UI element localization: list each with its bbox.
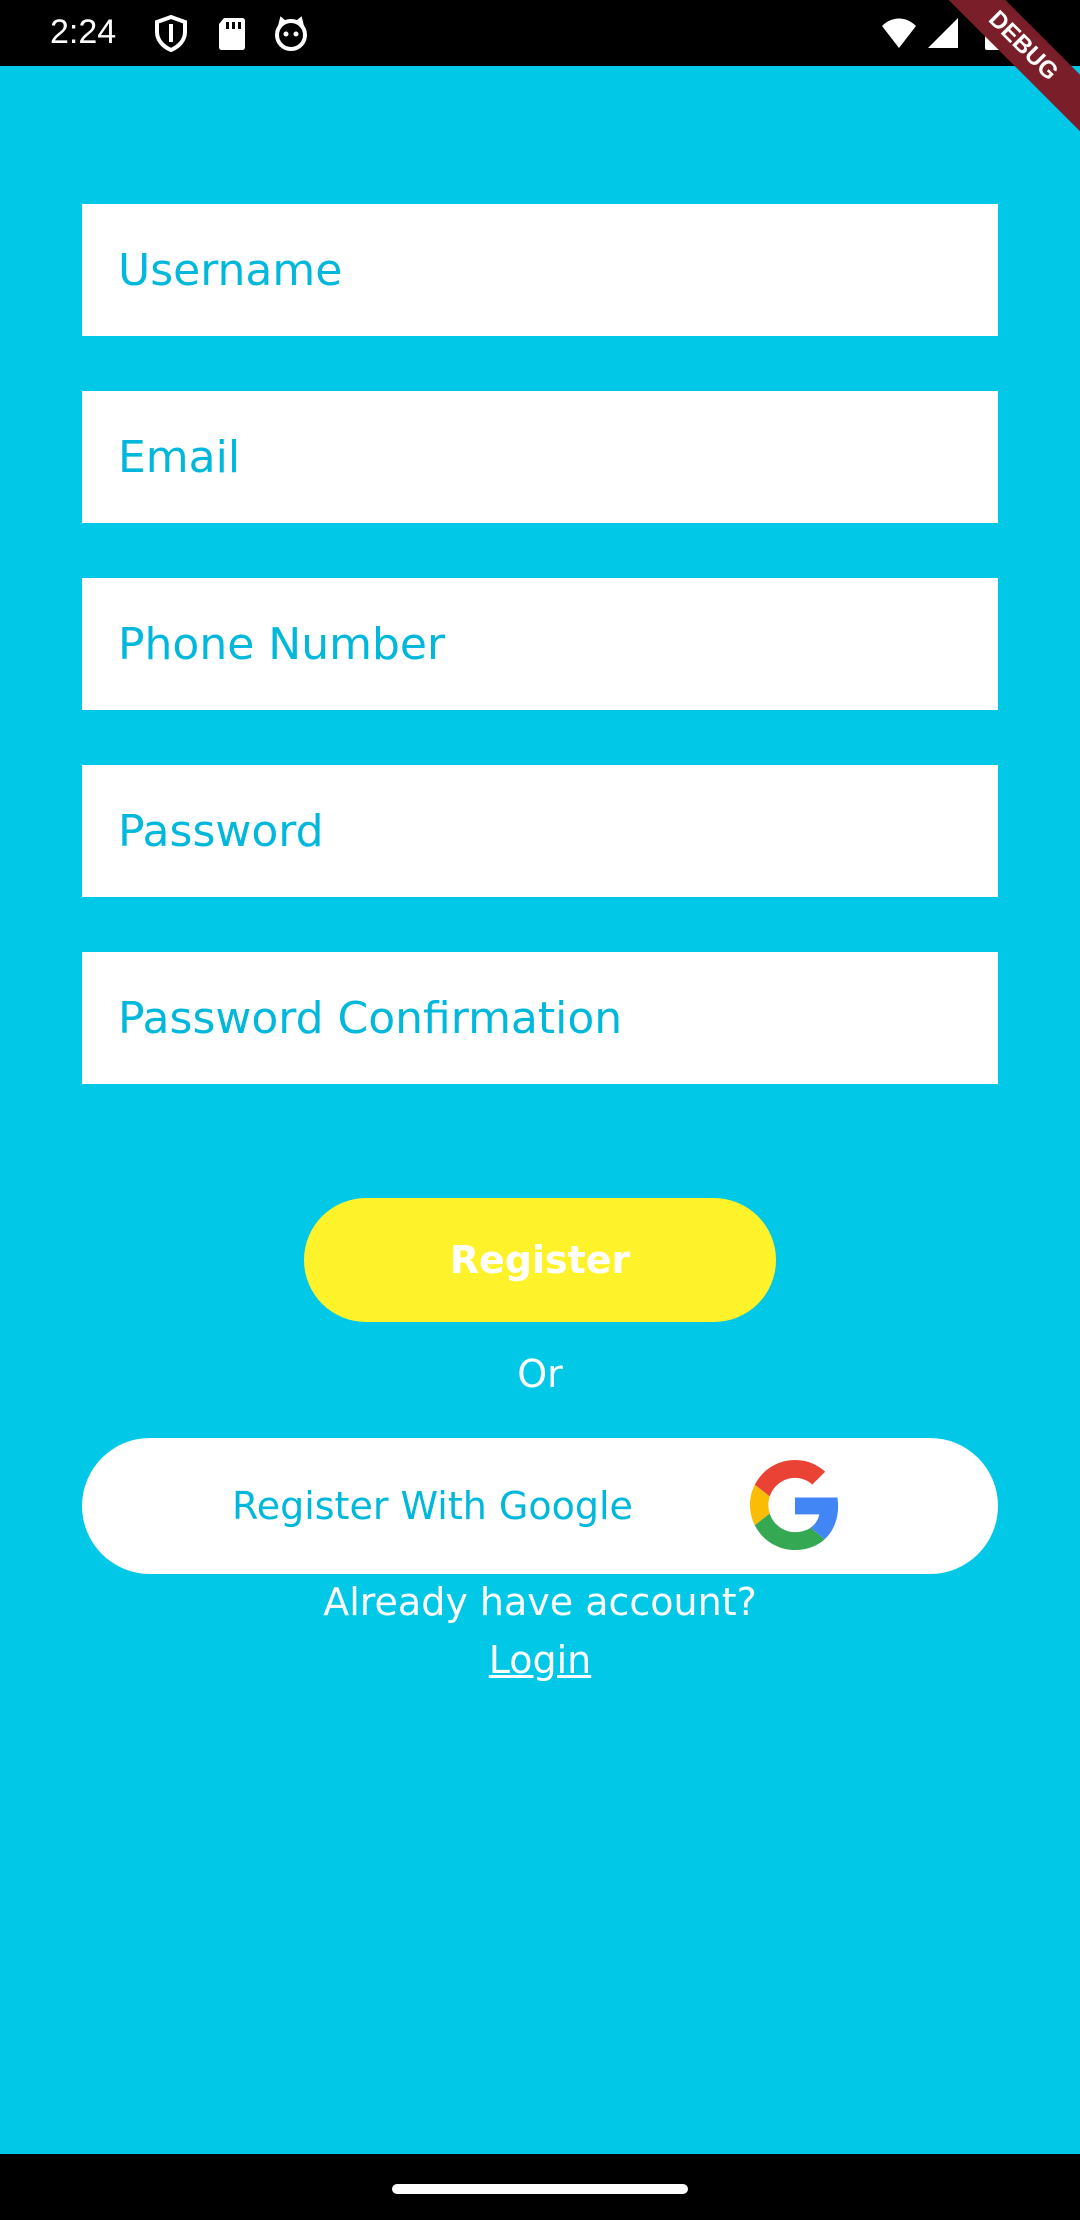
home-indicator[interactable]: [392, 2184, 688, 2194]
password-input[interactable]: [116, 764, 998, 898]
password-confirmation-input[interactable]: [116, 951, 998, 1085]
email-field[interactable]: [82, 390, 998, 524]
username-input[interactable]: [116, 203, 998, 337]
register-button[interactable]: Register: [304, 1198, 776, 1322]
password-confirmation-field[interactable]: [82, 951, 998, 1085]
phone-input[interactable]: [116, 577, 998, 711]
signal-icon: [924, 14, 962, 52]
sd-card-icon: [214, 14, 252, 52]
cat-face-icon: [272, 14, 310, 52]
status-bar: 2:24: [0, 0, 1080, 66]
password-field[interactable]: [82, 764, 998, 898]
wifi-icon: [880, 14, 918, 52]
email-input[interactable]: [116, 390, 998, 524]
register-with-google-button[interactable]: Register With Google: [82, 1438, 998, 1574]
already-have-account-text: Already have account?: [323, 1580, 757, 1624]
phone-field[interactable]: [82, 577, 998, 711]
shield-icon: [152, 14, 190, 53]
google-logo-icon: [750, 1460, 840, 1550]
or-divider-text: Or: [517, 1352, 563, 1396]
google-button-label: Register With Google: [232, 1484, 633, 1528]
username-field[interactable]: [82, 203, 998, 337]
status-time: 2:24: [50, 13, 117, 51]
login-link[interactable]: Login: [0, 1636, 1080, 1684]
navigation-bar: [0, 2154, 1080, 2220]
